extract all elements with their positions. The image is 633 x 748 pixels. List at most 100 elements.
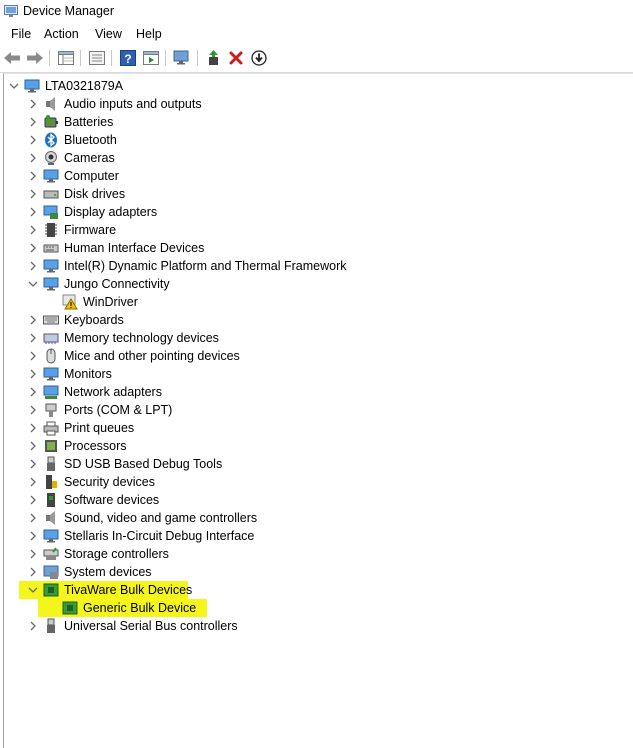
collapse-chevron-icon[interactable] — [27, 278, 39, 290]
tree-item-label: Monitors — [64, 367, 112, 381]
tree-category-intel-r-dynamic-platform-and-thermal-framework[interactable]: Intel(R) Dynamic Platform and Thermal Fr… — [4, 257, 624, 275]
tree-category-security-devices[interactable]: Security devices — [4, 473, 624, 491]
tree-item-label: TivaWare Bulk Devices — [64, 583, 193, 597]
tree-category-computer[interactable]: Computer — [4, 167, 624, 185]
expand-chevron-icon[interactable] — [27, 206, 39, 218]
menu-file[interactable]: File — [9, 27, 33, 41]
computer-icon — [43, 169, 59, 183]
expand-chevron-icon[interactable] — [27, 548, 39, 560]
expand-chevron-icon[interactable] — [27, 332, 39, 344]
tree-device-generic-bulk-device[interactable]: Generic Bulk Device — [4, 599, 624, 617]
expand-chevron-icon[interactable] — [27, 260, 39, 272]
tree-category-network-adapters[interactable]: Network adapters — [4, 383, 624, 401]
expand-chevron-icon[interactable] — [27, 134, 39, 146]
uninstall-device-button[interactable] — [226, 48, 246, 68]
monitor-icon — [43, 367, 59, 381]
toolbar-separator — [80, 50, 81, 66]
tree-category-batteries[interactable]: Batteries — [4, 113, 624, 131]
expand-chevron-icon[interactable] — [27, 422, 39, 434]
tree-category-bluetooth[interactable]: Bluetooth — [4, 131, 624, 149]
expand-chevron-icon[interactable] — [27, 116, 39, 128]
tree-category-keyboards[interactable]: Keyboards — [4, 311, 624, 329]
expand-chevron-icon[interactable] — [27, 530, 39, 542]
expand-chevron-icon[interactable] — [27, 440, 39, 452]
expand-chevron-icon[interactable] — [27, 476, 39, 488]
tree-category-jungo-connectivity[interactable]: Jungo Connectivity — [4, 275, 624, 293]
tree-category-processors[interactable]: Processors — [4, 437, 624, 455]
collapse-chevron-icon[interactable] — [8, 80, 20, 92]
tree-category-universal-serial-bus-controllers[interactable]: Universal Serial Bus controllers — [4, 617, 624, 635]
tree-device-windriver[interactable]: WinDriver — [4, 293, 624, 311]
tree-category-storage-controllers[interactable]: Storage controllers — [4, 545, 624, 563]
expand-chevron-icon[interactable] — [27, 170, 39, 182]
scan-hardware-button[interactable] — [172, 48, 192, 68]
tree-item-label: Intel(R) Dynamic Platform and Thermal Fr… — [64, 259, 347, 273]
tree-category-memory-technology-devices[interactable]: Memory technology devices — [4, 329, 624, 347]
properties-button[interactable] — [87, 48, 107, 68]
expand-chevron-icon[interactable] — [27, 368, 39, 380]
expand-chevron-icon[interactable] — [27, 620, 39, 632]
expand-chevron-icon[interactable] — [27, 494, 39, 506]
display-adapter-icon — [43, 205, 58, 219]
tree-item-label: WinDriver — [83, 295, 138, 309]
board-icon — [62, 601, 78, 615]
tree-category-mice-and-other-pointing-devices[interactable]: Mice and other pointing devices — [4, 347, 624, 365]
tree-item-label: Processors — [64, 439, 127, 453]
expand-chevron-icon[interactable] — [27, 404, 39, 416]
expand-chevron-icon[interactable] — [27, 188, 39, 200]
expand-chevron-icon[interactable] — [27, 566, 39, 578]
expand-chevron-icon[interactable] — [27, 152, 39, 164]
show-hide-console-tree-button[interactable] — [56, 48, 76, 68]
tree-category-software-devices[interactable]: Software devices — [4, 491, 624, 509]
enable-device-button[interactable] — [204, 48, 224, 68]
firmware-chip-icon — [45, 223, 57, 237]
tree-category-stellaris-in-circuit-debug-interface[interactable]: Stellaris In-Circuit Debug Interface — [4, 527, 624, 545]
tree-category-sound-video-and-game-controllers[interactable]: Sound, video and game controllers — [4, 509, 624, 527]
driver-details-icon — [89, 51, 105, 65]
tree-category-monitors[interactable]: Monitors — [4, 365, 624, 383]
menu-action[interactable]: Action — [42, 27, 81, 41]
tree-category-firmware[interactable]: Firmware — [4, 221, 624, 239]
expand-chevron-icon[interactable] — [27, 242, 39, 254]
tree-category-sd-usb-based-debug-tools[interactable]: SD USB Based Debug Tools — [4, 455, 624, 473]
tree-item-label: Security devices — [64, 475, 156, 489]
collapse-chevron-icon[interactable] — [27, 584, 39, 596]
disable-device-button[interactable] — [249, 48, 269, 68]
speaker-icon — [46, 511, 55, 525]
tree-item-label: SD USB Based Debug Tools — [64, 457, 223, 471]
mouse-icon — [46, 348, 56, 364]
disable-down-icon — [251, 50, 267, 66]
tree-category-audio-inputs-and-outputs[interactable]: Audio inputs and outputs — [4, 95, 624, 113]
expand-chevron-icon[interactable] — [27, 98, 39, 110]
menu-help[interactable]: Help — [134, 27, 164, 41]
tree-category-disk-drives[interactable]: Disk drives — [4, 185, 624, 203]
tree-category-human-interface-devices[interactable]: Human Interface Devices — [4, 239, 624, 257]
tree-item-label: Human Interface Devices — [64, 241, 205, 255]
tree-root-computer[interactable]: LTA0321879A — [4, 77, 624, 95]
tree-category-tivaware-bulk-devices[interactable]: TivaWare Bulk Devices — [4, 581, 624, 599]
tree-category-cameras[interactable]: Cameras — [4, 149, 624, 167]
toolbar-separator — [197, 50, 198, 66]
update-driver-icon — [143, 51, 159, 65]
tree-item-label: Generic Bulk Device — [83, 601, 197, 615]
expand-chevron-icon[interactable] — [27, 386, 39, 398]
tree-category-display-adapters[interactable]: Display adapters — [4, 203, 624, 221]
properties-grid-icon — [58, 51, 74, 65]
expand-chevron-icon[interactable] — [27, 350, 39, 362]
expand-chevron-icon[interactable] — [27, 314, 39, 326]
tree-category-ports-com-lpt[interactable]: Ports (COM & LPT) — [4, 401, 624, 419]
menu-view[interactable]: View — [93, 27, 124, 41]
tree-category-print-queues[interactable]: Print queues — [4, 419, 624, 437]
tree-item-label: Audio inputs and outputs — [64, 97, 202, 111]
action-pane-button[interactable] — [141, 48, 161, 68]
tree-item-label: Batteries — [64, 115, 114, 129]
tree-item-label: Print queues — [64, 421, 135, 435]
expand-chevron-icon[interactable] — [27, 224, 39, 236]
tree-category-system-devices[interactable]: System devices — [4, 563, 624, 581]
back-button[interactable] — [2, 48, 22, 68]
expand-chevron-icon[interactable] — [27, 458, 39, 470]
help-button[interactable]: ? — [118, 48, 138, 68]
tree-item-label: Memory technology devices — [64, 331, 219, 345]
expand-chevron-icon[interactable] — [27, 512, 39, 524]
forward-button[interactable] — [25, 48, 45, 68]
